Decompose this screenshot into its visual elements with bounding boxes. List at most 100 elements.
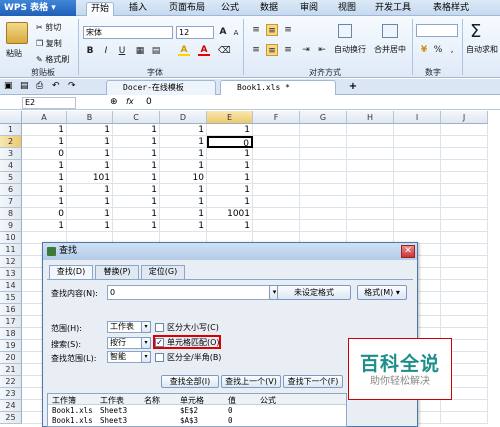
cell-B2[interactable]: 1 xyxy=(67,136,113,148)
cell-F1[interactable] xyxy=(253,124,300,136)
row-header[interactable]: 2 xyxy=(0,136,22,148)
redo-icon[interactable]: ↷ xyxy=(68,81,76,91)
col-formula[interactable]: 公式 xyxy=(260,395,276,406)
look-in-dropdown[interactable]: ▾ xyxy=(141,351,151,363)
cell-F7[interactable] xyxy=(253,196,300,208)
auto-sum-label[interactable]: 自动求和 xyxy=(466,44,498,55)
column-header[interactable]: G xyxy=(300,111,347,124)
fill-color-button[interactable]: A xyxy=(178,44,190,56)
cell-J11[interactable] xyxy=(441,244,488,256)
underline-button[interactable]: U xyxy=(116,45,128,57)
cell-J4[interactable] xyxy=(441,160,488,172)
align-left-icon[interactable]: ≡ xyxy=(250,44,262,56)
cell-D2[interactable]: 1 xyxy=(160,136,207,148)
cell-F5[interactable] xyxy=(253,172,300,184)
cell-G7[interactable] xyxy=(300,196,347,208)
undo-icon[interactable]: ↶ xyxy=(52,81,60,91)
cell-H7[interactable] xyxy=(347,196,394,208)
cell-F8[interactable] xyxy=(253,208,300,220)
italic-button[interactable]: I xyxy=(100,45,112,57)
row-header[interactable]: 24 xyxy=(0,400,22,412)
cell-J16[interactable] xyxy=(441,304,488,316)
format-painter-button[interactable]: ✎ 格式刷 xyxy=(36,54,69,65)
cell-A4[interactable]: 1 xyxy=(22,160,67,172)
find-what-input[interactable]: 0 xyxy=(107,285,271,300)
doc-tab-docer[interactable]: Docer-在线模板 xyxy=(106,80,216,95)
cell-J2[interactable] xyxy=(441,136,488,148)
row-header[interactable]: 14 xyxy=(0,280,22,292)
cell-J24[interactable] xyxy=(441,400,488,412)
row-header[interactable]: 15 xyxy=(0,292,22,304)
wrap-text-label[interactable]: 自动换行 xyxy=(334,44,366,55)
font-size-combo[interactable]: 12 xyxy=(176,26,214,39)
menu-tab-page-layout[interactable]: 页面布局 xyxy=(163,2,211,16)
cell-D1[interactable]: 1 xyxy=(160,124,207,136)
cell-C1[interactable]: 1 xyxy=(113,124,160,136)
grow-font-icon[interactable]: A xyxy=(217,26,229,38)
folder-icon[interactable]: ▣ xyxy=(4,81,13,91)
column-header[interactable]: D xyxy=(160,111,207,124)
row-header[interactable]: 18 xyxy=(0,328,22,340)
col-sheet[interactable]: 工作表 xyxy=(100,395,124,406)
column-header[interactable]: A xyxy=(22,111,67,124)
cell-C6[interactable]: 1 xyxy=(113,184,160,196)
cell-A6[interactable]: 1 xyxy=(22,184,67,196)
cell-B9[interactable]: 1 xyxy=(67,220,113,232)
cell-G9[interactable] xyxy=(300,220,347,232)
cell-A3[interactable]: 0 xyxy=(22,148,67,160)
cell-C2[interactable]: 1 xyxy=(113,136,160,148)
col-workbook[interactable]: 工作簿 xyxy=(52,395,76,406)
cell-D8[interactable]: 1 xyxy=(160,208,207,220)
cell-F6[interactable] xyxy=(253,184,300,196)
cell-J7[interactable] xyxy=(441,196,488,208)
row-header[interactable]: 13 xyxy=(0,268,22,280)
cell-D3[interactable]: 1 xyxy=(160,148,207,160)
tab-goto[interactable]: 定位(G) xyxy=(141,265,185,279)
align-right-icon[interactable]: ≡ xyxy=(282,44,294,56)
cell-F2[interactable] xyxy=(253,136,300,148)
cell-I9[interactable] xyxy=(394,220,441,232)
cell-B8[interactable]: 1 xyxy=(67,208,113,220)
cell-J9[interactable] xyxy=(441,220,488,232)
cell-G6[interactable] xyxy=(300,184,347,196)
cell-E3[interactable]: 1 xyxy=(207,148,253,160)
cell-J3[interactable] xyxy=(441,148,488,160)
cell-J5[interactable] xyxy=(441,172,488,184)
close-icon[interactable]: ✕ xyxy=(401,245,415,258)
find-all-button[interactable]: 查找全部(I) xyxy=(161,375,219,388)
menu-tab-data[interactable]: 数据 xyxy=(256,2,282,16)
fx-icon[interactable]: fx xyxy=(126,97,134,106)
sigma-icon[interactable]: Σ xyxy=(470,22,481,42)
shrink-font-icon[interactable]: A xyxy=(230,27,242,39)
app-menu-button[interactable]: WPS 表格 ▾ xyxy=(0,0,76,16)
currency-icon[interactable]: ¥ xyxy=(418,44,430,56)
cell-J8[interactable] xyxy=(441,208,488,220)
menu-tab-view[interactable]: 视图 xyxy=(334,2,360,16)
row-header[interactable]: 20 xyxy=(0,352,22,364)
cell-G1[interactable] xyxy=(300,124,347,136)
row-header[interactable]: 5 xyxy=(0,172,22,184)
cell-G8[interactable] xyxy=(300,208,347,220)
cell-C7[interactable]: 1 xyxy=(113,196,160,208)
column-header[interactable]: C xyxy=(113,111,160,124)
row-header[interactable]: 21 xyxy=(0,364,22,376)
cell-J13[interactable] xyxy=(441,268,488,280)
eraser-icon[interactable]: ⌫ xyxy=(218,45,231,57)
align-bottom-icon[interactable]: ≡ xyxy=(282,24,294,36)
row-header[interactable]: 17 xyxy=(0,316,22,328)
cell-I1[interactable] xyxy=(394,124,441,136)
menu-tab-developer[interactable]: 开发工具 xyxy=(370,2,416,16)
row-header[interactable]: 22 xyxy=(0,376,22,388)
no-format-button[interactable]: 未设定格式 xyxy=(277,285,351,300)
row-header[interactable]: 6 xyxy=(0,184,22,196)
cell-F9[interactable] xyxy=(253,220,300,232)
comma-icon[interactable]: , xyxy=(446,44,458,56)
cell-A1[interactable]: 1 xyxy=(22,124,67,136)
table-row[interactable]: Book1.xls Sheet3 $E$2 0 xyxy=(48,406,346,416)
cell-J10[interactable] xyxy=(441,232,488,244)
menu-tab-table-style[interactable]: 表格样式 xyxy=(427,2,475,16)
align-top-icon[interactable]: ≡ xyxy=(250,24,262,36)
row-header[interactable]: 19 xyxy=(0,340,22,352)
save-icon[interactable]: ▤ xyxy=(20,81,29,91)
col-name[interactable]: 名称 xyxy=(144,395,160,406)
